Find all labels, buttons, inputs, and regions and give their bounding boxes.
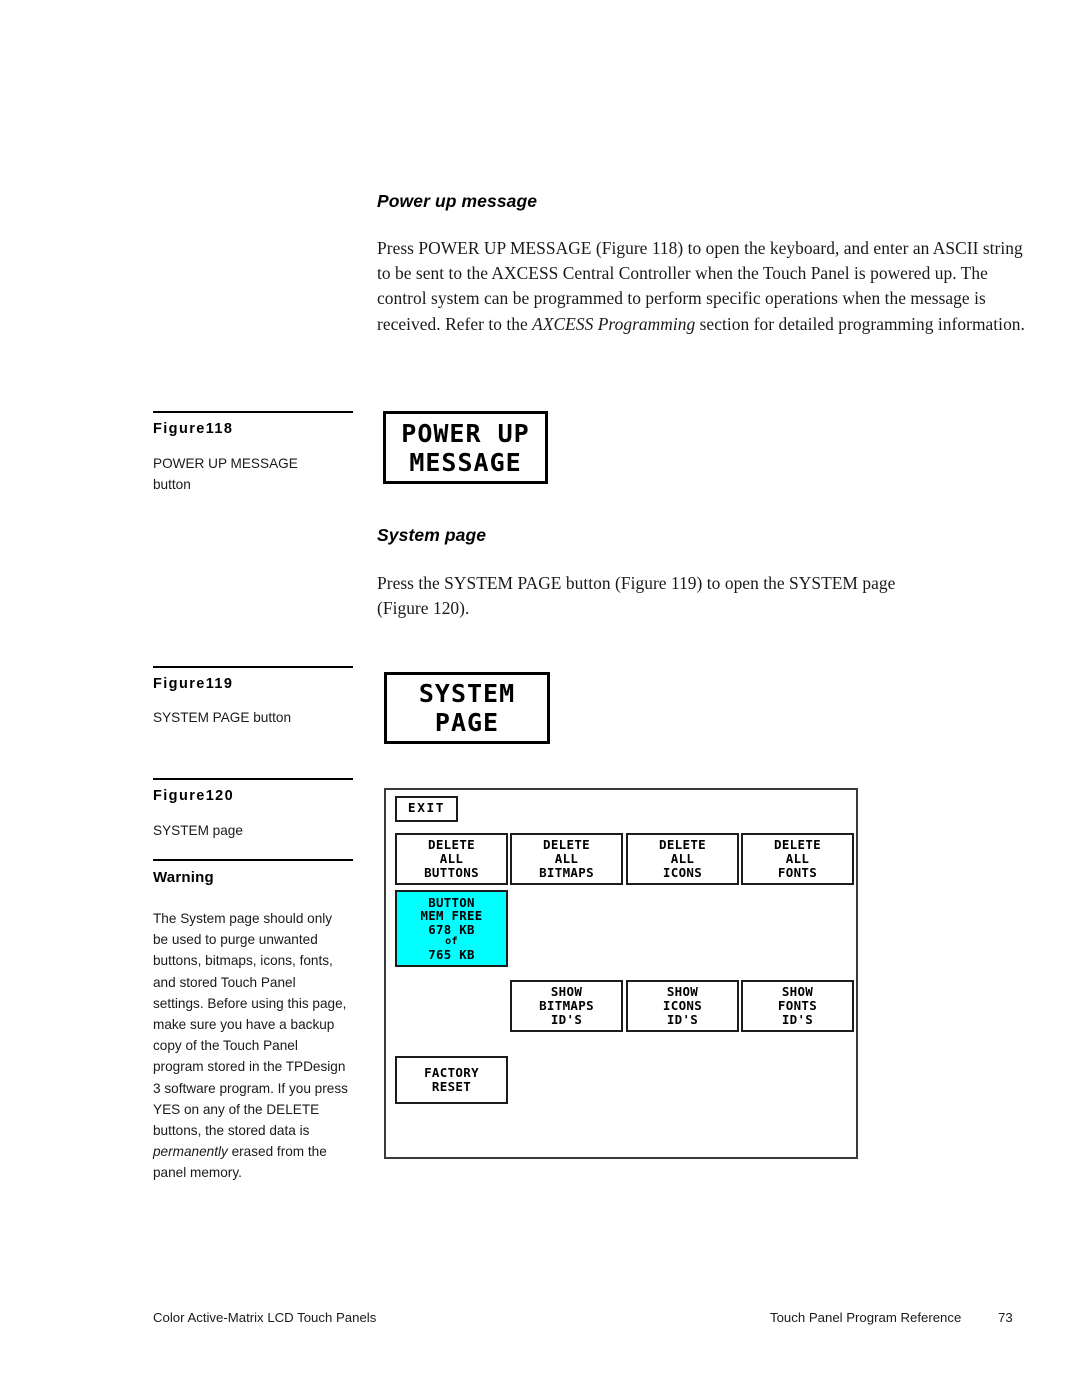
button-memory-free-indicator: BUTTON MEM FREE 678 KB of 765 KB xyxy=(395,890,508,967)
delete-all-bitmaps-button[interactable]: DELETE ALL BITMAPS xyxy=(510,833,623,885)
show-bitmaps-ids-button[interactable]: SHOW BITMAPS ID'S xyxy=(510,980,623,1032)
system-page-button[interactable]: SYSTEM PAGE xyxy=(384,672,550,744)
footer-page-number: 73 xyxy=(998,1310,1013,1325)
section-heading-system-page: System page xyxy=(377,525,487,545)
system-page-button-line1: SYSTEM xyxy=(418,679,516,708)
memory-total-value: 765 KB xyxy=(428,946,475,962)
exit-button[interactable]: EXIT xyxy=(395,796,458,822)
show-fonts-ids-button[interactable]: SHOW FONTS ID'S xyxy=(741,980,854,1032)
figure119-label: Figure119 xyxy=(153,676,234,692)
figure118-caption-line2: button xyxy=(153,477,191,492)
delete-all-icons-button[interactable]: DELETE ALL ICONS xyxy=(626,833,739,885)
power-up-message-button[interactable]: POWER UP MESSAGE xyxy=(383,411,548,484)
delete-all-fonts-button[interactable]: DELETE ALL FONTS xyxy=(741,833,854,885)
memory-line-1: BUTTON xyxy=(428,894,475,910)
warning-text: The System page should only be used to p… xyxy=(153,908,349,1184)
paragraph-system-page: Press the SYSTEM PAGE button (Figure 119… xyxy=(377,573,896,619)
figure118-caption: POWER UP MESSAGE button xyxy=(153,453,353,495)
system-page-button-line2: PAGE xyxy=(434,708,500,737)
figure120-caption: SYSTEM page xyxy=(153,823,243,838)
footer-right-text: Touch Panel Program Reference xyxy=(770,1310,962,1325)
system-page-button-label: SYSTEM PAGE xyxy=(419,679,515,737)
factory-reset-button[interactable]: FACTORY RESET xyxy=(395,1056,508,1104)
power-up-message-button-line2: MESSAGE xyxy=(409,447,522,477)
delete-all-buttons-button[interactable]: DELETE ALL BUTTONS xyxy=(395,833,508,885)
system-page-panel: EXIT DELETE ALL BUTTONS DELETE ALL BITMA… xyxy=(384,788,858,1159)
show-icons-ids-button[interactable]: SHOW ICONS ID'S xyxy=(626,980,739,1032)
figure120-rule xyxy=(153,778,353,780)
memory-line-2: MEM FREE xyxy=(420,908,483,924)
warning-label: Warning xyxy=(153,869,214,886)
section-heading-power-up-message: Power up message xyxy=(377,191,538,211)
figure118-rule xyxy=(153,411,353,413)
paragraph-text-post: section for detailed programming informa… xyxy=(695,313,1025,334)
figure119-caption: SYSTEM PAGE button xyxy=(153,710,292,725)
paragraph-text-italic: AXCESS Programming xyxy=(532,313,696,334)
warning-text-italic: permanently xyxy=(153,1144,228,1160)
power-up-message-button-line1: POWER UP xyxy=(401,418,530,448)
paragraph-power-up-message: Press POWER UP MESSAGE (Figure 118) to o… xyxy=(377,236,1025,337)
figure118-label: Figure118 xyxy=(153,421,234,437)
warning-text-pre: The System page should only be used to p… xyxy=(153,911,348,1139)
figure118-caption-line1: POWER UP MESSAGE xyxy=(153,456,298,471)
footer-left-text: Color Active-Matrix LCD Touch Panels xyxy=(153,1310,377,1325)
figure120-label: Figure120 xyxy=(153,788,235,804)
figure119-rule xyxy=(153,666,353,668)
memory-free-value: 678 KB xyxy=(428,921,475,937)
warning-rule xyxy=(153,859,353,861)
power-up-message-button-label: POWER UP MESSAGE xyxy=(401,419,529,477)
